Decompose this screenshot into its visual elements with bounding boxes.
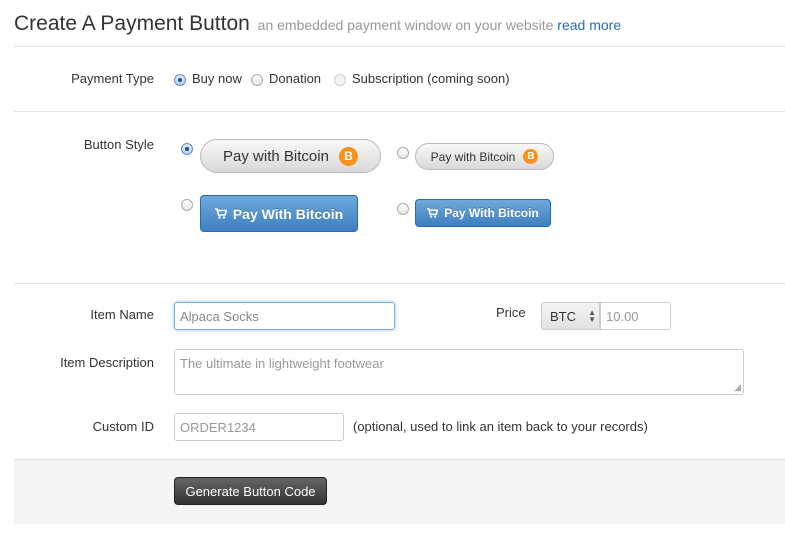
radio-subscription <box>334 74 346 86</box>
item-name-input[interactable]: Alpaca Socks <box>174 302 395 330</box>
preview-button-text: Pay with Bitcoin <box>430 149 516 164</box>
divider <box>14 111 785 112</box>
currency-select-value: BTC <box>550 308 576 324</box>
preview-button-text: Pay With Bitcoin <box>444 206 539 220</box>
bitcoin-coin-icon: B <box>338 146 358 166</box>
preview-button-blue-small[interactable]: Pay With Bitcoin <box>415 199 551 227</box>
item-description-textarea[interactable]: The ultimate in lightweight footwear ◢ <box>174 349 744 395</box>
item-description-placeholder: The ultimate in lightweight footwear <box>180 356 384 371</box>
custom-id-help-text: (optional, used to link an item back to … <box>353 419 648 434</box>
cart-icon <box>427 208 439 218</box>
price-label: Price <box>496 305 526 320</box>
divider <box>14 46 785 47</box>
custom-id-placeholder: ORDER1234 <box>180 419 256 435</box>
radio-style-blue-small[interactable] <box>397 203 409 215</box>
price-placeholder: 10.00 <box>606 308 639 324</box>
radio-style-gray-small[interactable] <box>397 147 409 159</box>
subtitle-text: an embedded payment window on your websi… <box>257 17 554 33</box>
item-description-label: Item Description <box>60 355 154 370</box>
item-name-label: Item Name <box>90 307 154 322</box>
item-name-placeholder: Alpaca Socks <box>180 308 259 324</box>
custom-id-label: Custom ID <box>92 419 154 434</box>
resize-handle-icon[interactable]: ◢ <box>734 382 741 393</box>
currency-select[interactable]: BTC ▲ ▼ <box>541 302 600 330</box>
divider <box>14 283 785 284</box>
preview-button-gray-large[interactable]: Pay with Bitcoin B <box>200 139 381 173</box>
page-subtitle: an embedded payment window on your websi… <box>258 17 621 33</box>
payment-type-label: Payment Type <box>71 71 154 86</box>
page-title-row: Create A Payment Button an embedded paym… <box>14 12 621 36</box>
radio-style-blue-large[interactable] <box>181 199 193 211</box>
price-input[interactable]: 10.00 <box>600 302 671 330</box>
radio-style-gray-large[interactable] <box>181 143 193 155</box>
select-arrows-icon: ▲ ▼ <box>588 308 596 324</box>
radio-donation[interactable] <box>251 74 263 86</box>
form-actions-bar <box>14 459 785 524</box>
custom-id-input[interactable]: ORDER1234 <box>174 413 344 441</box>
button-style-label: Button Style <box>83 137 154 152</box>
read-more-link[interactable]: read more <box>557 17 621 33</box>
page-title: Create A Payment Button <box>14 12 250 35</box>
radio-subscription-label: Subscription (coming soon) <box>352 71 510 86</box>
cart-icon <box>214 208 227 219</box>
bitcoin-coin-icon: B <box>523 149 539 164</box>
generate-button-code-button[interactable]: Generate Button Code <box>174 477 327 505</box>
preview-button-text: Pay With Bitcoin <box>232 205 344 222</box>
radio-buy-now-label: Buy now <box>192 71 242 86</box>
preview-button-text: Pay with Bitcoin <box>223 147 329 165</box>
preview-button-blue-large[interactable]: Pay With Bitcoin <box>200 195 358 232</box>
preview-button-gray-small[interactable]: Pay with Bitcoin B <box>415 143 554 170</box>
radio-buy-now[interactable] <box>174 74 186 86</box>
radio-donation-label: Donation <box>269 71 322 86</box>
